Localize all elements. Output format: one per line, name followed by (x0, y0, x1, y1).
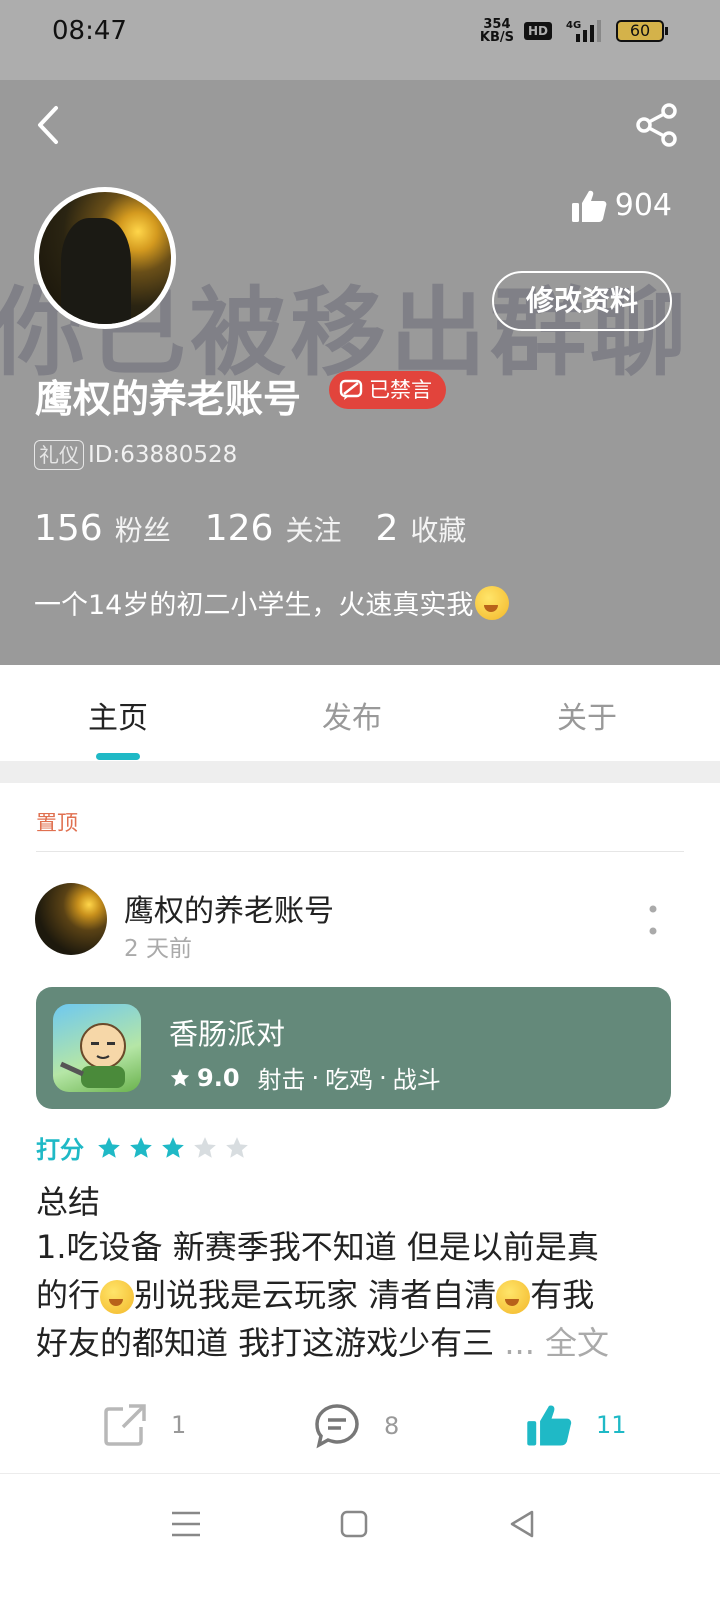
post-body-segment: 有我 (530, 1276, 595, 1314)
battery-icon: 60 (616, 20, 668, 42)
post-body-line: 1.吃设备 新赛季我不知道 但是以前是真 (36, 1228, 599, 1266)
post-timestamp: 2 天前 (124, 936, 192, 962)
post-body-segment: 别说我是云玩家 清者自清 (134, 1276, 497, 1314)
following-count[interactable]: 126 (205, 508, 274, 549)
post-actions: 1 8 11 (0, 1395, 720, 1455)
star-filled-icon (162, 1136, 184, 1158)
rating-label: 打分 (36, 1136, 84, 1164)
back-nav-icon[interactable] (502, 1504, 542, 1544)
smirk-emoji-icon (475, 585, 510, 620)
pinned-label: 置顶 (36, 811, 78, 835)
game-card[interactable]: 香肠派对 9.0 射击 · 吃鸡 · 战斗 (36, 987, 671, 1109)
menu-icon[interactable] (166, 1504, 206, 1544)
like-count: 11 (596, 1411, 627, 1439)
game-meta: 9.0 射击 · 吃鸡 · 战斗 (169, 1060, 441, 1095)
kissing-emoji-icon (496, 1280, 531, 1314)
profile-likes: 904 (571, 188, 672, 223)
comment-icon (315, 1404, 359, 1449)
profile-stats: 156 粉丝 126 关注 2 收藏 (34, 508, 500, 549)
post-body-line: 好友的都知道 我打这游戏少有三 ... 全文 (36, 1319, 676, 1367)
share-count: 1 (171, 1411, 187, 1439)
section-divider (0, 761, 720, 783)
comment-action[interactable]: 8 (314, 1403, 399, 1449)
post-body-segment: 的行 (36, 1276, 101, 1314)
bio-text: 一个14岁的初二小学生，火速真实我 (34, 590, 474, 621)
status-time: 08:47 (52, 16, 127, 46)
active-tab-indicator (96, 753, 140, 760)
star-empty-icon (226, 1136, 248, 1158)
favorites-count[interactable]: 2 (375, 508, 398, 549)
ellipsis: ... (504, 1324, 535, 1362)
user-id-row: 礼仪 ID:63880528 (34, 440, 237, 470)
game-tag: 吃鸡 (325, 1066, 374, 1094)
thumbs-up-icon (571, 190, 607, 222)
star-filled-icon (130, 1136, 152, 1158)
star-empty-icon (194, 1136, 216, 1158)
post-author-name[interactable]: 鹰权的养老账号 (124, 886, 334, 930)
more-options-icon[interactable] (646, 903, 660, 937)
like-action[interactable]: 11 (526, 1403, 627, 1447)
network-type-label: 4G (566, 20, 581, 31)
followers-label[interactable]: 粉丝 (115, 509, 171, 549)
tag-separator: · (379, 1063, 387, 1092)
pinned-post-card[interactable]: 置顶 鹰权的养老账号 2 天前 香肠派对 9.0 射击 · 吃鸡 · 战斗 打分… (0, 783, 720, 1473)
battery-level: 60 (629, 21, 651, 40)
post-body-segment: 好友的都知道 我打这游戏少有三 (36, 1324, 495, 1362)
post-body-line: 的行 别说我是云玩家 清者自清 有我 (36, 1271, 676, 1319)
status-bar: 08:47 354 KB/S HD 4G 60 (0, 0, 720, 80)
muted-status-badge: 已禁言 (329, 371, 446, 409)
star-icon (170, 1068, 190, 1086)
system-nav-bar (0, 1473, 720, 1600)
user-id: ID:63880528 (88, 442, 238, 468)
thumbs-up-icon (527, 1405, 572, 1446)
game-app-icon (53, 1004, 141, 1092)
net-speed-unit: KB/S (479, 30, 514, 45)
profile-header: 你已被移出群聊 904 修改资料 鹰权的养老账号 已禁言 礼仪 ID:63880… (0, 80, 720, 665)
divider (36, 851, 684, 852)
profile-tabs: 主页 发布 关于 (0, 665, 720, 761)
avatar-figure (61, 218, 131, 324)
status-icons: 354 KB/S HD 4G 60 (480, 18, 668, 44)
game-tag: 射击 (257, 1066, 306, 1094)
tag-separator: · (311, 1063, 320, 1092)
home-icon[interactable] (334, 1504, 374, 1544)
tab-home[interactable]: 主页 (88, 693, 148, 737)
rating-row: 打分 (36, 1130, 250, 1165)
followers-count[interactable]: 156 (34, 508, 103, 549)
tab-posts[interactable]: 发布 (322, 693, 382, 737)
smirk-emoji-icon (100, 1280, 135, 1314)
share-out-icon (104, 1404, 146, 1446)
favorites-label[interactable]: 收藏 (410, 509, 466, 549)
comment-count: 8 (384, 1412, 400, 1440)
muted-label: 已禁言 (369, 378, 432, 402)
edit-profile-button[interactable]: 修改资料 (492, 271, 672, 331)
game-score: 9.0 (197, 1063, 240, 1092)
profile-username: 鹰权的养老账号 (35, 377, 302, 421)
post-title: 总结 (36, 1183, 101, 1221)
muted-icon (339, 379, 363, 400)
star-filled-icon (98, 1136, 120, 1158)
game-name: 香肠派对 (169, 1017, 286, 1051)
following-label[interactable]: 关注 (285, 509, 341, 549)
read-full-text-link[interactable]: 全文 (545, 1324, 609, 1362)
sausage-character-icon (59, 1023, 126, 1088)
signal-icon: 4G (566, 20, 601, 42)
likes-count: 904 (614, 188, 672, 223)
back-icon[interactable] (30, 102, 70, 148)
profile-avatar[interactable] (34, 187, 176, 329)
game-tag: 战斗 (392, 1066, 441, 1094)
etiquette-tag: 礼仪 (34, 440, 84, 470)
hd-icon: HD (523, 22, 552, 40)
rating-stars (96, 1135, 250, 1161)
tab-about[interactable]: 关于 (557, 693, 617, 737)
post-body[interactable]: 1.吃设备 新赛季我不知道 但是以前是真 的行 别说我是云玩家 清者自清 有我 好友… (36, 1223, 676, 1367)
net-speed-indicator: 354 KB/S (480, 18, 514, 44)
post-author-avatar[interactable] (35, 883, 107, 955)
profile-bio: 一个14岁的初二小学生，火速真实我 (34, 583, 510, 622)
share-action[interactable]: 1 (103, 1403, 186, 1447)
share-icon[interactable] (634, 102, 680, 148)
